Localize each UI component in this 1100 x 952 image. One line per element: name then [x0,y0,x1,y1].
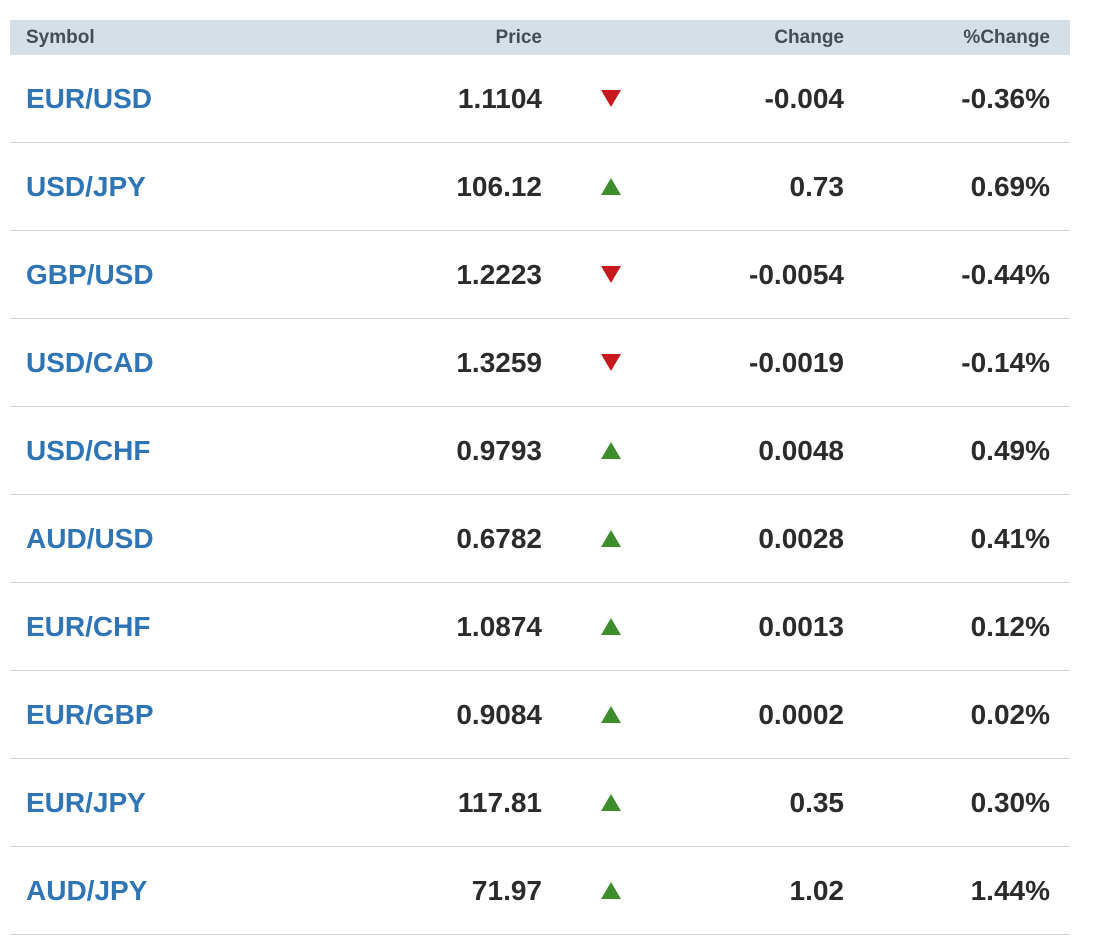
change-value: -0.004 [764,82,844,114]
column-header-change[interactable]: Change [680,27,844,49]
direction-cell [542,793,680,812]
table-row[interactable]: USD/CAD 1.3259 -0.0019 -0.14% [10,319,1070,407]
symbol-link[interactable]: USD/CAD [10,347,280,379]
triangle-up-icon [601,793,621,811]
price-value: 0.6782 [456,522,542,554]
direction-cell [542,881,680,900]
triangle-down-icon [601,353,621,371]
change-value: 1.02 [789,874,845,906]
column-header-symbol[interactable]: Symbol [10,27,280,49]
direction-cell [542,353,680,372]
direction-cell [542,617,680,636]
change-value: 0.0048 [758,434,844,466]
direction-cell [542,177,680,196]
triangle-up-icon [601,441,621,459]
table-row[interactable]: GBP/USD 1.2223 -0.0054 -0.44% [10,231,1070,319]
price-value: 106.12 [456,170,542,202]
change-value: 0.0002 [758,698,844,730]
change-value: 0.35 [789,786,845,818]
table-header: Symbol Price Change %Change [10,20,1070,55]
direction-cell [542,529,680,548]
change-value: 0.0028 [758,522,844,554]
change-value: 0.73 [789,170,845,202]
price-value: 1.2223 [456,258,542,290]
direction-cell [542,705,680,724]
symbol-link[interactable]: EUR/JPY [10,787,280,819]
pct-change-value: -0.44% [961,258,1050,290]
price-value: 117.81 [457,786,542,818]
pct-change-value: 0.69% [970,170,1050,202]
change-value: -0.0019 [749,346,844,378]
table-row[interactable]: AUD/JPY 71.97 1.02 1.44% [10,847,1070,935]
price-value: 1.0874 [456,610,542,642]
change-value: 0.0013 [758,610,844,642]
table-row[interactable]: EUR/JPY 117.81 0.35 0.30% [10,759,1070,847]
triangle-down-icon [601,89,621,107]
triangle-up-icon [601,529,621,547]
symbol-link[interactable]: USD/CHF [10,435,280,467]
triangle-up-icon [601,705,621,723]
price-value: 0.9793 [456,434,542,466]
price-value: 1.3259 [456,346,542,378]
change-value: -0.0054 [749,258,844,290]
symbol-link[interactable]: GBP/USD [10,259,280,291]
direction-cell [542,265,680,284]
triangle-up-icon [601,177,621,195]
pct-change-value: 0.49% [970,434,1050,466]
currency-quotes-table: Symbol Price Change %Change EUR/USD 1.110… [10,20,1070,935]
symbol-link[interactable]: EUR/CHF [10,611,280,643]
triangle-up-icon [601,881,621,899]
symbol-link[interactable]: USD/JPY [10,171,280,203]
table-row[interactable]: USD/JPY 106.12 0.73 0.69% [10,143,1070,231]
symbol-link[interactable]: EUR/USD [10,83,280,115]
table-body: EUR/USD 1.1104 -0.004 -0.36% USD/JPY 106.12 0.… [10,55,1070,935]
table-row[interactable]: USD/CHF 0.9793 0.0048 0.49% [10,407,1070,495]
pct-change-value: -0.14% [961,346,1050,378]
pct-change-value: 1.44% [970,874,1050,906]
triangle-down-icon [601,265,621,283]
price-value: 0.9084 [456,698,542,730]
direction-cell [542,441,680,460]
pct-change-value: 0.12% [970,610,1050,642]
table-row[interactable]: EUR/GBP 0.9084 0.0002 0.02% [10,671,1070,759]
table-row[interactable]: AUD/USD 0.6782 0.0028 0.41% [10,495,1070,583]
column-header-price[interactable]: Price [280,27,542,49]
table-row[interactable]: EUR/CHF 1.0874 0.0013 0.12% [10,583,1070,671]
column-header-pct-change[interactable]: %Change [844,27,1050,49]
symbol-link[interactable]: EUR/GBP [10,699,280,731]
price-value: 71.97 [471,874,542,906]
pct-change-value: 0.41% [970,522,1050,554]
table-row[interactable]: EUR/USD 1.1104 -0.004 -0.36% [10,55,1070,143]
pct-change-value: 0.02% [970,698,1050,730]
pct-change-value: -0.36% [961,82,1050,114]
price-value: 1.1104 [457,82,542,114]
triangle-up-icon [601,617,621,635]
direction-cell [542,89,680,108]
symbol-link[interactable]: AUD/JPY [10,875,280,907]
symbol-link[interactable]: AUD/USD [10,523,280,555]
pct-change-value: 0.30% [970,786,1050,818]
